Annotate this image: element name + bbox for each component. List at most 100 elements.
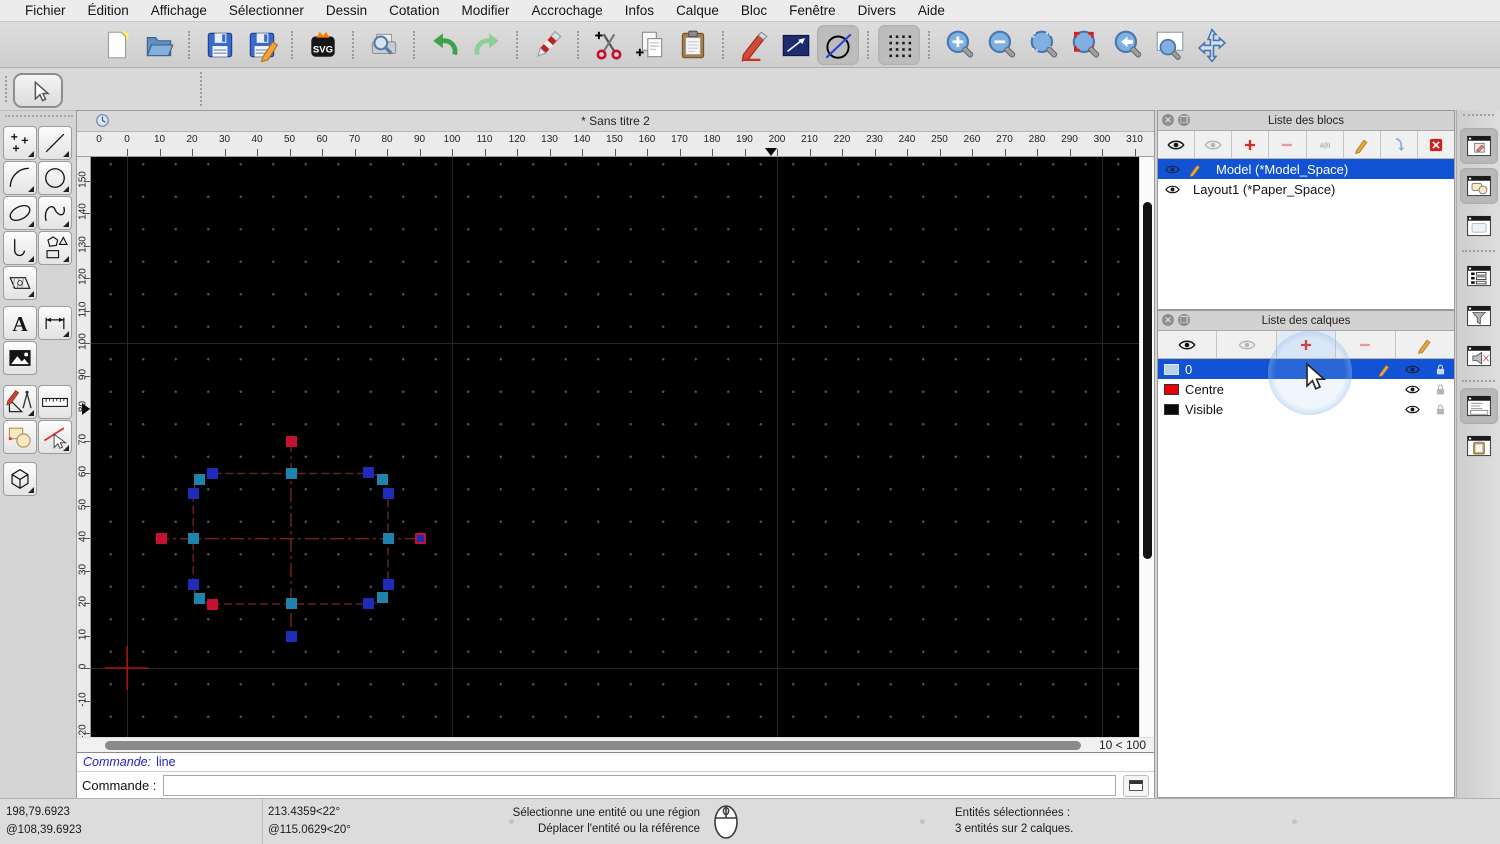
grip-handle[interactable]	[285, 468, 297, 479]
copy-button[interactable]	[630, 25, 672, 65]
tool-polyline-button[interactable]	[3, 231, 37, 265]
layer-eye-icon[interactable]	[1404, 381, 1421, 398]
zoom-window-button[interactable]	[1065, 25, 1107, 65]
document-title-bar[interactable]: * Sans titre 2	[77, 111, 1154, 132]
close-icon[interactable]: ✕	[1162, 114, 1174, 126]
palette-drag-handle[interactable]	[5, 115, 73, 123]
show-all-button[interactable]	[1158, 331, 1218, 358]
zoom-auto-button[interactable]	[1023, 25, 1065, 65]
tool-circle-button[interactable]	[38, 161, 72, 195]
tool-line-button[interactable]	[38, 126, 72, 160]
new-file-button[interactable]	[96, 25, 138, 65]
zoom-in-button[interactable]	[939, 25, 981, 65]
hide-all-button[interactable]	[1195, 131, 1233, 158]
pencil-icon[interactable]	[1187, 161, 1204, 178]
eye-icon[interactable]	[1164, 181, 1181, 198]
menu-fichier[interactable]: Fichier	[14, 3, 77, 18]
dock-win-blank-button[interactable]	[1460, 208, 1498, 244]
grip-handle[interactable]	[155, 533, 167, 545]
layer-eye-icon[interactable]	[1404, 361, 1421, 378]
menu-aide[interactable]: Aide	[907, 3, 956, 18]
layer-list-item[interactable]: Centre	[1158, 379, 1454, 399]
grip-handle[interactable]	[415, 533, 427, 545]
tool-deselect-button[interactable]	[38, 420, 72, 454]
block-list-item[interactable]: Model (*Model_Space)	[1158, 159, 1454, 179]
hide-all-button[interactable]	[1217, 331, 1277, 358]
tool-polygon-button[interactable]	[38, 231, 72, 265]
detach-icon[interactable]: ❐	[1178, 114, 1190, 126]
delete-block-button[interactable]	[1418, 131, 1454, 158]
grip-handle[interactable]	[285, 598, 297, 610]
command-input[interactable]	[163, 775, 1116, 796]
menu-affichage[interactable]: Affichage	[140, 3, 218, 18]
remove-layer-button[interactable]	[1336, 331, 1396, 358]
layer-list-item[interactable]: 0	[1158, 359, 1454, 379]
close-icon[interactable]: ✕	[1162, 314, 1174, 326]
grip-handle[interactable]	[285, 435, 297, 447]
eraser-button[interactable]	[527, 25, 569, 65]
edit-block-button[interactable]	[1344, 131, 1381, 158]
dock-win-clipboard-button[interactable]	[1460, 428, 1498, 464]
tool-text-button[interactable]: A	[3, 306, 37, 340]
select-tool-button[interactable]	[13, 73, 63, 108]
horizontal-scrollbar[interactable]: 10 < 100	[77, 737, 1154, 752]
remove-block-button[interactable]	[1269, 131, 1307, 158]
tool-ellipse-button[interactable]	[3, 196, 37, 230]
drawing-canvas[interactable]	[91, 157, 1139, 737]
grip-handle[interactable]	[187, 533, 199, 545]
undo-button[interactable]	[424, 25, 466, 65]
grip-handle[interactable]	[285, 630, 297, 642]
dock-win-command-button[interactable]	[1459, 388, 1498, 424]
menu-divers[interactable]: Divers	[847, 3, 907, 18]
menu-modifier[interactable]: Modifier	[450, 3, 520, 18]
menu-dessin[interactable]: Dessin	[315, 3, 378, 18]
menu-calque[interactable]: Calque	[665, 3, 730, 18]
tool-misc-draw-button[interactable]	[3, 385, 37, 419]
grip-handle[interactable]	[193, 592, 205, 604]
grip-handle[interactable]	[187, 487, 199, 499]
detach-icon[interactable]: ❐	[1178, 314, 1190, 326]
menu-edition[interactable]: Édition	[77, 3, 140, 18]
svg-export-button[interactable]: SVG	[302, 25, 344, 65]
tool-spline-button[interactable]	[38, 196, 72, 230]
menu-fenetre[interactable]: Fenêtre	[778, 3, 847, 18]
layer-lock-icon[interactable]	[1432, 401, 1449, 418]
grip-handle[interactable]	[187, 578, 199, 590]
grip-handle[interactable]	[207, 468, 219, 479]
add-block-button[interactable]	[1232, 131, 1270, 158]
grip-handle[interactable]	[207, 598, 219, 610]
layer-lock-icon[interactable]	[1432, 361, 1449, 378]
vertical-scrollbar[interactable]	[1139, 157, 1154, 737]
dock-win-list-button[interactable]	[1460, 258, 1498, 294]
layer-pencil-icon[interactable]	[1376, 361, 1393, 378]
command-toggle-button[interactable]	[1123, 774, 1149, 797]
save-button[interactable]	[199, 25, 241, 65]
eye-icon[interactable]	[1164, 161, 1181, 178]
tool-measure-button[interactable]	[38, 385, 72, 419]
vertical-scrollbar-thumb[interactable]	[1142, 202, 1152, 559]
circle-attributes-button[interactable]	[817, 24, 859, 65]
layer-eye-icon[interactable]	[1404, 401, 1421, 418]
horizontal-scrollbar-thumb[interactable]	[105, 741, 1081, 750]
tool-box3d-button[interactable]	[3, 462, 37, 496]
insert-block-button[interactable]	[1381, 131, 1418, 158]
menu-bloc[interactable]: Bloc	[730, 3, 778, 18]
draw-pen-button[interactable]	[733, 25, 775, 65]
menu-infos[interactable]: Infos	[614, 3, 665, 18]
tool-hatch-button[interactable]	[3, 266, 37, 300]
show-all-button[interactable]	[1158, 131, 1196, 158]
dock-win-pencil-button[interactable]	[1459, 128, 1498, 164]
tool-image-button[interactable]	[3, 341, 37, 375]
dock-win-filter-button[interactable]	[1460, 298, 1498, 334]
add-layer-button[interactable]	[1276, 331, 1337, 358]
zoom-out-button[interactable]	[981, 25, 1023, 65]
grip-handle[interactable]	[363, 467, 375, 479]
grip-handle[interactable]	[376, 473, 388, 485]
edit-layer-button[interactable]	[1396, 331, 1454, 358]
grip-handle[interactable]	[382, 578, 394, 590]
zoom-previous-button[interactable]	[1107, 25, 1149, 65]
rename-block-button[interactable]: a|b	[1307, 131, 1344, 158]
tool-points-button[interactable]	[3, 126, 37, 160]
dock-win-horn-button[interactable]	[1460, 338, 1498, 374]
grip-handle[interactable]	[363, 598, 375, 610]
